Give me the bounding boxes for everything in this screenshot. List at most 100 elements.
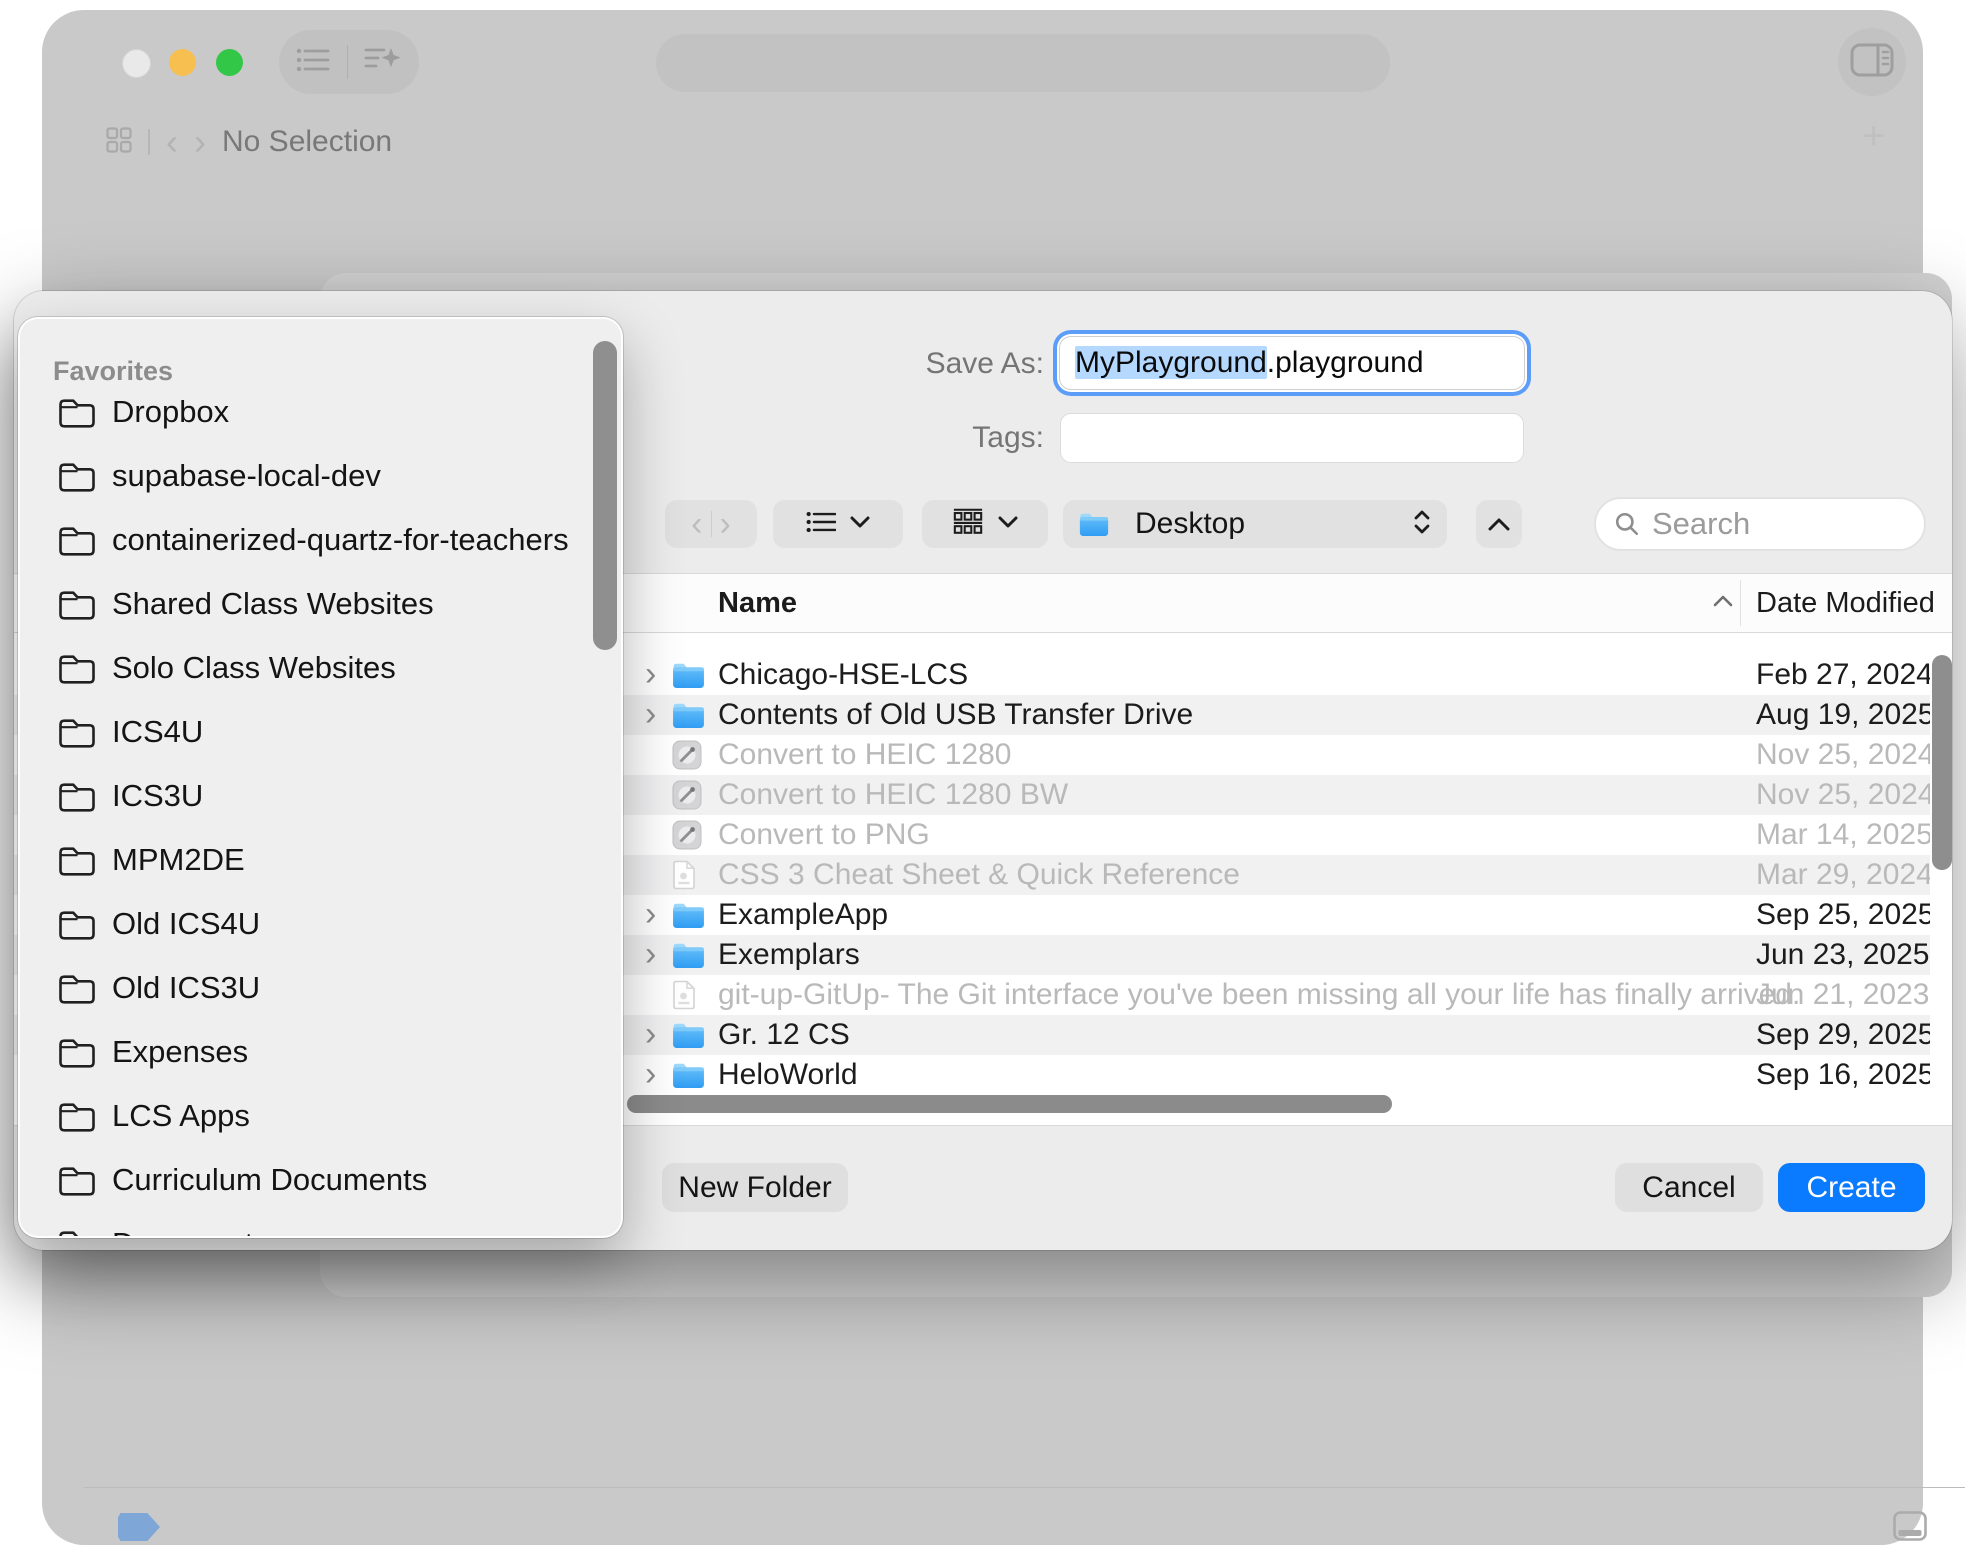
screen: ‹ › No Selection + Save As: MyPlayground… <box>0 0 1966 1552</box>
up-down-chevrons-icon <box>1413 509 1431 540</box>
file-name: git-up-GitUp- The Git interface you've b… <box>718 975 1800 1015</box>
toolbar-button-group <box>279 30 419 94</box>
folder-outline-icon <box>57 523 97 562</box>
tags-label: Tags: <box>900 420 1044 456</box>
disclosure-chevron-icon[interactable]: › <box>645 935 656 974</box>
forward-chevron-icon: › <box>720 510 731 538</box>
add-tab-button[interactable]: + <box>1862 114 1885 159</box>
breadcrumb: ‹ › No Selection <box>106 122 392 162</box>
sidebar-item-label: Solo Class Websites <box>112 636 396 700</box>
chevron-down-icon <box>998 515 1018 533</box>
disclosure-chevron-icon[interactable]: › <box>645 655 656 694</box>
horizontal-scrollbar[interactable] <box>627 1095 1392 1113</box>
disclosure-chevron-icon[interactable]: › <box>645 695 656 734</box>
location-dropdown[interactable]: Desktop <box>1063 500 1447 548</box>
sidebar-item[interactable]: LCS Apps <box>20 1084 621 1148</box>
sidebar-item-label: Dropbox <box>112 380 229 444</box>
sidebar-item[interactable]: Old ICS3U <box>20 956 621 1020</box>
divider <box>148 129 150 155</box>
disclosure-chevron-icon[interactable]: › <box>645 1015 656 1054</box>
grid-2x2-icon[interactable] <box>106 127 132 158</box>
sidebar-item[interactable]: Solo Class Websites <box>20 636 621 700</box>
disclosure-chevron-icon[interactable]: › <box>645 1055 656 1094</box>
folder-icon <box>672 1022 705 1054</box>
file-date-modified: Nov 25, 2024 a <box>1756 775 1930 815</box>
zoom-button[interactable] <box>216 49 243 76</box>
column-header-name[interactable]: Name <box>718 587 797 620</box>
folder-outline-icon <box>57 971 97 1010</box>
folder-outline-icon <box>57 907 97 946</box>
app-icon <box>672 780 702 815</box>
bottom-panel-toggle-button[interactable] <box>1893 1511 1927 1546</box>
search-field[interactable] <box>1594 497 1926 551</box>
footer-divider <box>84 1487 1965 1488</box>
folder-outline-icon <box>57 1099 97 1138</box>
file-date-modified: Mar 14, 2025 a <box>1756 815 1930 855</box>
file-name: Exemplars <box>718 935 860 975</box>
file-name: Contents of Old USB Transfer Drive <box>718 695 1193 735</box>
inspector-toggle-button[interactable] <box>1838 28 1906 96</box>
file-name: Convert to HEIC 1280 <box>718 735 1011 775</box>
cancel-button[interactable]: Cancel <box>1615 1163 1763 1212</box>
disclosure-chevron-icon[interactable]: › <box>645 895 656 934</box>
column-divider[interactable] <box>1740 580 1741 626</box>
sidebar-item-label: supabase-local-dev <box>112 444 381 508</box>
list-bullets-icon[interactable] <box>296 47 330 78</box>
sidebar-item-label: Documents <box>112 1212 269 1238</box>
search-icon <box>1614 511 1640 537</box>
sidebar-toggle-icon <box>1850 43 1894 82</box>
file-date-modified: Sep 29, 2025 a <box>1756 1015 1930 1055</box>
file-date-modified: Sep 25, 2025 a <box>1756 895 1930 935</box>
vertical-scrollbar[interactable] <box>1932 655 1952 870</box>
sidebar-item-label: MPM2DE <box>112 828 245 892</box>
column-header-date-modified[interactable]: Date Modified <box>1756 587 1935 620</box>
forward-chevron-icon[interactable]: › <box>194 129 206 155</box>
back-chevron-icon[interactable]: ‹ <box>166 129 178 155</box>
sidebar-item[interactable]: MPM2DE <box>20 828 621 892</box>
sort-ascending-icon <box>1713 594 1733 612</box>
folder-outline-icon <box>57 587 97 626</box>
sidebar-item[interactable]: ICS3U <box>20 764 621 828</box>
location-label: Desktop <box>1135 507 1399 541</box>
folder-icon <box>672 1062 705 1094</box>
sidebar-item-label: Curriculum Documents <box>112 1148 427 1212</box>
list-view-dropdown[interactable] <box>773 500 903 548</box>
sparkle-lines-icon[interactable] <box>364 45 402 80</box>
sidebar-item[interactable]: Curriculum Documents <box>20 1148 621 1212</box>
folder-outline-icon <box>57 395 97 434</box>
tags-input[interactable] <box>1060 413 1524 463</box>
create-button[interactable]: Create <box>1778 1163 1925 1212</box>
sidebar-item-label: ICS4U <box>112 700 203 764</box>
up-directory-button[interactable] <box>1476 500 1522 548</box>
icon-view-dropdown[interactable] <box>922 500 1048 548</box>
folder-outline-icon <box>57 779 97 818</box>
sidebar-item[interactable]: supabase-local-dev <box>20 444 621 508</box>
sidebar-item[interactable]: Dropbox <box>20 380 621 444</box>
back-forward-buttons[interactable]: ‹ › <box>665 500 757 548</box>
sidebar-item[interactable]: Documents <box>20 1212 621 1238</box>
minimize-button[interactable] <box>169 49 196 76</box>
sidebar-item-label: Old ICS3U <box>112 956 260 1020</box>
file-name: Convert to PNG <box>718 815 930 855</box>
file-name: Gr. 12 CS <box>718 1015 850 1055</box>
file-name: CSS 3 Cheat Sheet & Quick Reference <box>718 855 1240 895</box>
window-title-area <box>656 34 1390 92</box>
search-input[interactable] <box>1650 505 1916 543</box>
sidebar-item[interactable]: containerized-quartz-for-teachers <box>20 508 621 572</box>
filename-input[interactable]: MyPlayground.playground <box>1060 337 1524 389</box>
sidebar-item[interactable]: ICS4U <box>20 700 621 764</box>
sidebar-scrollbar[interactable] <box>593 341 617 650</box>
filter-tag-icon[interactable] <box>118 1513 160 1541</box>
favorites-sidebar: Favorites Dropbox supabase-local-dev con… <box>18 317 623 1238</box>
folder-outline-icon <box>57 1035 97 1074</box>
close-button[interactable] <box>122 49 151 78</box>
file-name: ExampleApp <box>718 895 888 935</box>
file-date-modified: Jun 23, 2025 a <box>1756 935 1930 975</box>
folder-icon <box>672 902 705 934</box>
new-folder-button[interactable]: New Folder <box>662 1163 848 1212</box>
sidebar-item[interactable]: Shared Class Websites <box>20 572 621 636</box>
folder-outline-icon <box>57 459 97 498</box>
sidebar-item[interactable]: Expenses <box>20 1020 621 1084</box>
sidebar-item[interactable]: Old ICS4U <box>20 892 621 956</box>
file-name: HeloWorld <box>718 1055 858 1095</box>
